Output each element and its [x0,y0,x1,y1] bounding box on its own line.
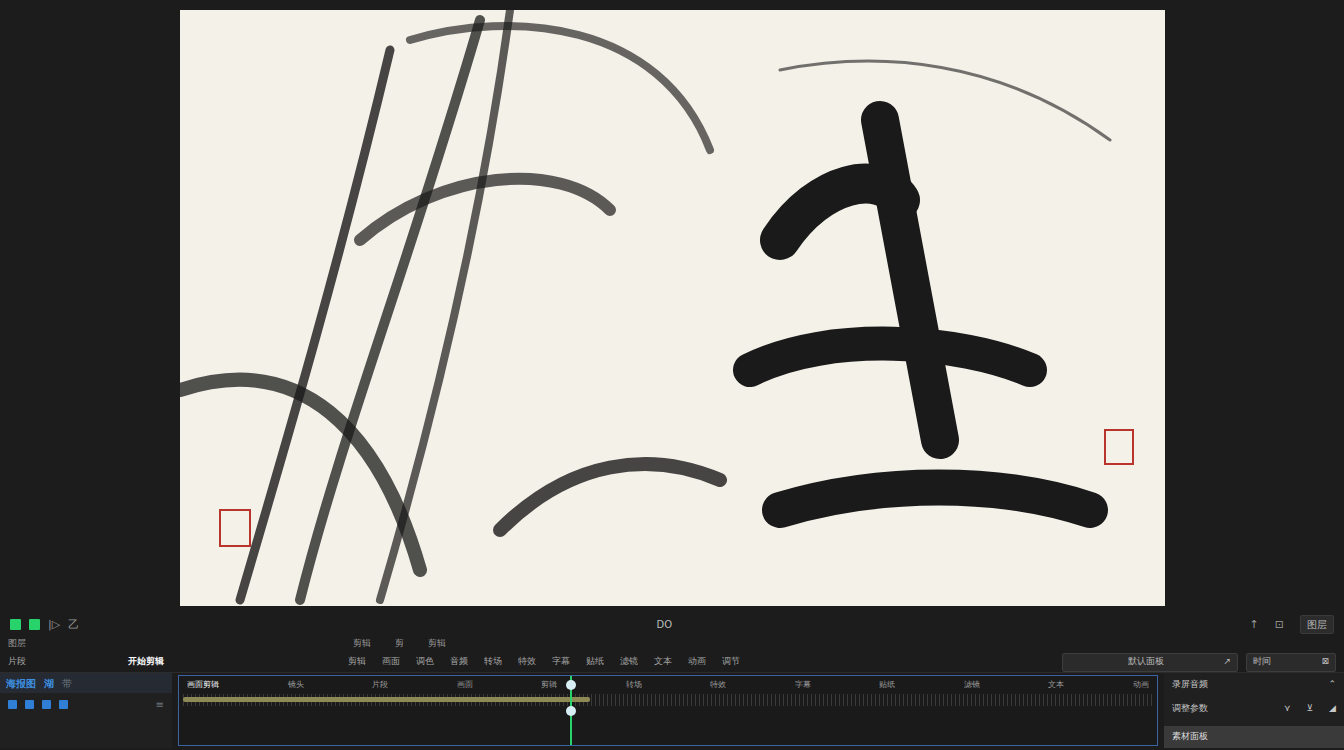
edit-item[interactable]: 剪 [395,637,404,651]
tool-tab[interactable]: 滤镜 [620,655,638,669]
ruler-label: 特效 [710,679,726,691]
inspector-title: 录屏音频 [1172,678,1208,692]
track-label: 画面剪辑 [187,679,219,691]
inspector-panel: 录屏音频 ⌃ 调整参数 ⋎ ⊻ ◢ 素材面板 [1164,673,1344,748]
playhead[interactable] [570,676,572,745]
ruler-label: 画面 [457,679,473,691]
ruler-label: 滤镜 [964,679,980,691]
panel-select[interactable]: 默认面板 ↗ [1062,653,1238,672]
layer-tag[interactable]: 湖 [44,676,54,691]
layer-title[interactable]: 海报图 [6,676,36,691]
ruler-label: 剪辑 [541,679,557,691]
toggle-square-icon[interactable] [10,619,21,630]
transport-button[interactable]: |▷ [48,619,60,630]
timecode: DO [79,617,1249,632]
transport-controls: |▷ 乙 [10,619,79,630]
ruler-label: 动画 [1133,679,1149,691]
collapse-icon[interactable]: ⌃ [1328,678,1336,692]
layer-row: ≡ [0,693,172,716]
section-title: 片段 [8,655,128,669]
section-name: 开始剪辑 [128,655,348,669]
view-button[interactable]: ↑ [1250,619,1259,630]
edit-item[interactable]: 剪辑 [353,637,371,651]
layer-header: 海报图湖带 [0,673,172,693]
close-icon: ⊠ [1321,655,1329,669]
panel-select-value: 默认面板 [1128,655,1164,669]
edit-row-label: 图层 [8,637,353,651]
option-icon[interactable]: ⊻ [1306,702,1313,716]
ruler-label: 片段 [372,679,388,691]
tool-tab[interactable]: 画面 [382,655,400,669]
inspector-footer[interactable]: 素材面板 [1164,726,1344,748]
view-button[interactable]: ⊡ [1275,619,1284,630]
tool-list: 剪辑 画面 调色 音频 转场 特效 字幕 贴纸 滤镜 文本 动画 调节 [348,655,1062,669]
layer-square-icon[interactable] [42,700,51,709]
ruler-label: 贴纸 [879,679,895,691]
ruler-label: 字幕 [795,679,811,691]
layer-square-icon[interactable] [8,700,17,709]
inspector-row-label: 调整参数 [1172,702,1208,716]
time-field-value: 时间 [1253,655,1271,669]
tool-tab[interactable]: 转场 [484,655,502,669]
layer-panel: 海报图湖带 ≡ [0,673,172,748]
tool-tab[interactable]: 音频 [450,655,468,669]
tool-tab[interactable]: 字幕 [552,655,570,669]
tool-tab[interactable]: 特效 [518,655,536,669]
inspector-header: 录屏音频 ⌃ [1164,673,1344,697]
ruler-label: 转场 [626,679,642,691]
layer-button[interactable]: 图层 [1300,615,1334,634]
timeline-ruler: 画面剪辑镜头片段画面剪辑转场特效字幕贴纸滤镜文本动画 [179,676,1157,694]
view-controls: ↑ ⊡ 图层 [1250,615,1334,634]
arrow-icon: ↗ [1223,655,1231,669]
layer-tag[interactable]: 带 [62,676,72,691]
toggle-square-icon[interactable] [29,619,40,630]
tool-tab[interactable]: 贴纸 [586,655,604,669]
edit-item[interactable]: 剪辑 [428,637,446,651]
ruler-label: 镜头 [288,679,304,691]
tool-tab[interactable]: 调色 [416,655,434,669]
edit-row-items: 剪辑 剪 剪辑 [353,637,446,651]
option-icon[interactable]: ⋎ [1284,702,1291,716]
tool-tab[interactable]: 剪辑 [348,655,366,669]
tool-tab[interactable]: 文本 [654,655,672,669]
layer-square-icon[interactable] [25,700,34,709]
tool-tab[interactable]: 调节 [722,655,740,669]
transport-button[interactable]: 乙 [68,619,79,630]
ink-artwork-icon [180,10,1165,606]
timeline-track[interactable]: 画面剪辑镜头片段画面剪辑转场特效字幕贴纸滤镜文本动画 [178,675,1158,746]
inspector-row: 调整参数 ⋎ ⊻ ◢ [1164,697,1344,721]
layer-square-icon[interactable] [59,700,68,709]
playhead-knob-icon[interactable] [566,680,576,690]
preview-canvas [180,10,1165,606]
ruler-label: 文本 [1048,679,1064,691]
playhead-knob-icon[interactable] [566,706,576,716]
menu-icon[interactable]: ≡ [156,697,164,712]
clip-lane [183,694,1153,706]
video-clip[interactable] [183,697,590,702]
option-icon[interactable]: ◢ [1329,702,1336,716]
tool-tab[interactable]: 动画 [688,655,706,669]
time-field[interactable]: 时间 ⊠ [1246,653,1336,672]
